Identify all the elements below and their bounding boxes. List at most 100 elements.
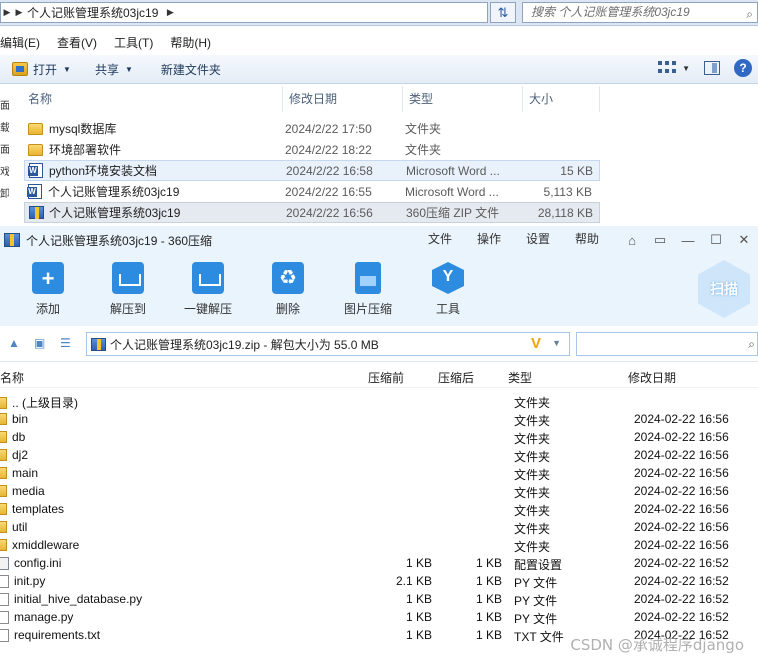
column-header-after[interactable]: 压缩后 [438,369,474,386]
column-header-type[interactable]: 类型 [508,369,532,386]
table-row[interactable]: media 文件夹 2024-02-22 16:56 [0,482,758,500]
table-row[interactable]: bin 文件夹 2024-02-22 16:56 [0,410,758,428]
v-logo-icon[interactable]: V [531,335,541,352]
nav-item[interactable]: 卸 [0,184,9,206]
thumbnail-view-icon[interactable]: ▣ [34,336,45,350]
cell-type: 文件夹 [514,432,551,446]
table-row[interactable]: main 文件夹 2024-02-22 16:56 [0,464,758,482]
feedback-icon[interactable]: ▭ [646,232,674,248]
table-row[interactable]: templates 文件夹 2024-02-22 16:56 [0,500,758,518]
cell-name: initial_hive_database.py [0,592,142,606]
cell-type: 文件夹 [514,414,551,428]
help-icon[interactable]: ? [734,59,752,77]
new-folder-button[interactable]: 新建文件夹 [153,58,229,80]
menu-operation[interactable]: 操作 [477,230,501,247]
extract-to-button[interactable]: 解压到 [88,262,168,317]
share-label: 共享 [94,62,119,77]
table-row[interactable]: xmiddleware 文件夹 2024-02-22 16:56 [0,536,758,554]
column-header-before[interactable]: 压缩前 [368,369,404,386]
file-name: dj2 [12,448,29,462]
chevron-down-icon: ▼ [124,64,133,74]
archive-path-text: 个人记账管理系统03jc19.zip - 解包大小为 55.0 MB [110,337,379,352]
list-view-icon[interactable]: ☰ [60,336,71,350]
file-size: 15 KB [560,163,593,178]
file-name: db [12,430,26,444]
chevron-down-icon[interactable]: ▼ [552,338,561,348]
file-list: mysql数据库 2024/2/22 17:50 文件夹 环境部署软件 2024… [24,118,600,223]
menu-help[interactable]: 帮助 [575,230,599,247]
up-arrow-icon[interactable]: ▲ [8,336,20,350]
file-list-header: 名称 修改日期 类型 大小 [0,86,600,112]
window-title: 个人记账管理系统03jc19 - 360压缩 [26,233,213,248]
skin-icon[interactable]: ⌂ [618,233,646,248]
table-row[interactable]: config.ini 1 KB 1 KB 配置设置 2024-02-22 16:52 [0,554,758,572]
file-row[interactable]: 环境部署软件 2024/2/22 18:22 文件夹 [24,139,600,160]
cell-type: 文件夹 [514,522,551,536]
one-click-extract-button[interactable]: 一键解压 [168,262,248,317]
cell-type: 文件夹 [514,396,551,410]
cell-name: templates [0,502,64,516]
minimize-icon[interactable]: — [674,233,702,248]
archive-path-bar[interactable]: 个人记账管理系统03jc19.zip - 解包大小为 55.0 MB V ▼ [86,332,570,356]
file-name: python环境安装文档 [49,164,158,178]
search-input[interactable]: 搜索 个人记账管理系统03jc19 ⌕ [522,2,758,23]
folder-icon [0,431,7,443]
file-row[interactable]: 个人记账管理系统03jc19 2024/2/22 16:55 Microsoft… [24,181,600,202]
file-row[interactable]: python环境安装文档 2024/2/22 16:58 Microsoft W… [24,160,600,181]
table-row[interactable]: init.py 2.1 KB 1 KB PY 文件 2024-02-22 16:52 [0,572,758,590]
column-header-name[interactable]: 名称 [0,86,283,112]
table-row[interactable]: initial_hive_database.py 1 KB 1 KB PY 文件 202… [0,590,758,608]
cell-name: manage.py [0,610,73,624]
add-button[interactable]: 添加 [8,262,88,317]
file-row[interactable]: 个人记账管理系统03jc19 2024/2/22 16:56 360压缩 ZIP… [24,202,600,223]
menu-help[interactable]: 帮助(H) [170,34,211,51]
refresh-icon[interactable]: ⇅ [490,2,516,23]
cell-modified: 2024-02-22 16:56 [634,466,729,480]
breadcrumb-arrow-icon[interactable]: ▶ [1,7,13,18]
cell-name: xmiddleware [0,538,79,552]
document-icon [0,592,9,606]
delete-button[interactable]: 删除 [248,262,328,317]
share-button[interactable]: 共享 ▼ [87,58,141,80]
table-row[interactable]: .. (上级目录) 文件夹 [0,392,758,410]
cell-modified: 2024-02-22 16:56 [634,538,729,552]
table-row[interactable]: util 文件夹 2024-02-22 16:56 [0,518,758,536]
table-row[interactable]: manage.py 1 KB 1 KB PY 文件 2024-02-22 16:52 [0,608,758,626]
chevron-down-icon: ▼ [63,64,71,74]
file-name: mysql数据库 [49,122,117,136]
menu-settings[interactable]: 设置 [526,230,550,247]
column-header-name[interactable]: 名称 [0,369,24,386]
view-grid-icon [658,61,677,75]
table-row[interactable]: dj2 文件夹 2024-02-22 16:56 [0,446,758,464]
preview-pane-icon[interactable] [704,61,720,75]
cell-name: requirements.txt [0,628,100,642]
cell-type: TXT 文件 [514,630,564,644]
close-icon[interactable]: ✕ [730,232,758,248]
archive-search-input[interactable]: ⌕ [576,332,758,356]
address-bar[interactable]: ▶ ▶ 个人记账管理系统03jc19 ▶ [0,2,488,23]
menu-tools[interactable]: 工具(T) [114,34,153,51]
maximize-icon[interactable]: ☐ [702,232,730,248]
nav-item[interactable]: 戏 [0,162,9,184]
breadcrumb-item[interactable]: 个人记账管理系统03jc19 [25,4,164,21]
column-header-date[interactable]: 修改日期 [283,86,403,112]
search-icon[interactable]: ⌕ [748,337,755,352]
breadcrumb-arrow-icon[interactable]: ▶ [164,7,176,18]
breadcrumb-arrow-icon[interactable]: ▶ [13,7,25,18]
change-view-button[interactable]: ▼ [658,61,690,75]
column-header-size[interactable]: 大小 [523,86,600,112]
zip-nav-bar: ▲ ▣ ☰ 个人记账管理系统03jc19.zip - 解包大小为 55.0 MB… [0,326,758,362]
menu-file[interactable]: 文件 [428,230,452,247]
search-icon[interactable]: ⌕ [746,5,753,24]
column-header-modified[interactable]: 修改日期 [628,369,676,386]
image-compress-button[interactable]: 图片压缩 [328,262,408,317]
table-row[interactable]: db 文件夹 2024-02-22 16:56 [0,428,758,446]
tools-button[interactable]: 工具 [408,262,488,317]
column-header-type[interactable]: 类型 [403,86,523,112]
file-row[interactable]: mysql数据库 2024/2/22 17:50 文件夹 [24,118,600,139]
nav-item[interactable]: 面 [0,140,9,162]
nav-item[interactable]: 载 [0,118,9,140]
open-button[interactable]: 打开 ▼ [0,58,79,80]
menu-edit[interactable]: 编辑(E) [0,34,40,51]
menu-view[interactable]: 查看(V) [57,34,97,51]
